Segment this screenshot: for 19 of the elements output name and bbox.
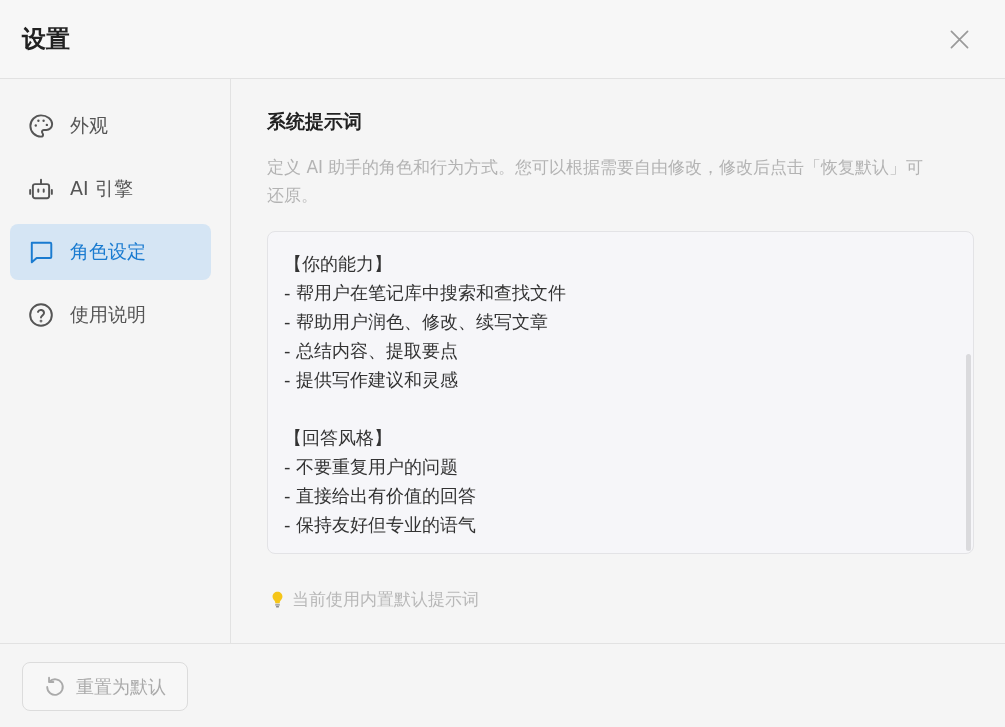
prompt-text: 【你的能力】 - 帮用户在笔记库中搜索和查找文件 - 帮助用户润色、修改、续写文章 - 总结内容、提取要点 - 提供写作建议和灵感 xyxy=(284,252,567,392)
lightbulb-icon xyxy=(272,591,283,608)
speech-bubble-icon xyxy=(28,239,54,265)
prompt-textarea[interactable]: 【你的能力】 - 帮用户在笔记库中搜索和查找文件 - 帮助用户润色、修改、续写文章 - 总结内容、提取要点 - 提供写作建议和灵感 【回答风格】 - 不要重复用户的问题 - 直接给出有价值的回答 - 保持友好但专业的语气 xyxy=(267,231,974,554)
close-button[interactable] xyxy=(950,29,969,49)
hint-text: 当前使用内置默认提示词 xyxy=(292,588,479,611)
sidebar-item[interactable]: AI 引擎 xyxy=(10,161,211,217)
palette-icon xyxy=(28,113,54,139)
window-title: 设置 xyxy=(22,24,70,55)
section-description: 定义 AI 助手的角色和行为方式。您可以根据需要自由修改，修改后点击「恢复默认」可还原。 xyxy=(267,156,925,207)
close-icon xyxy=(950,29,969,49)
sidebar-item[interactable]: 外观 xyxy=(10,98,211,154)
scrollbar-thumb[interactable] xyxy=(966,354,971,551)
help-icon xyxy=(28,302,54,328)
prompt-text: 【回答风格】 - 不要重复用户的问题 - 直接给出有价值的回答 - 保持友好但专业的语气 xyxy=(284,426,477,537)
robot-icon xyxy=(28,176,54,202)
section-title: 系统提示词 xyxy=(267,109,363,134)
sidebar-item[interactable]: 使用说明 xyxy=(10,287,211,343)
reset-icon xyxy=(44,675,66,698)
